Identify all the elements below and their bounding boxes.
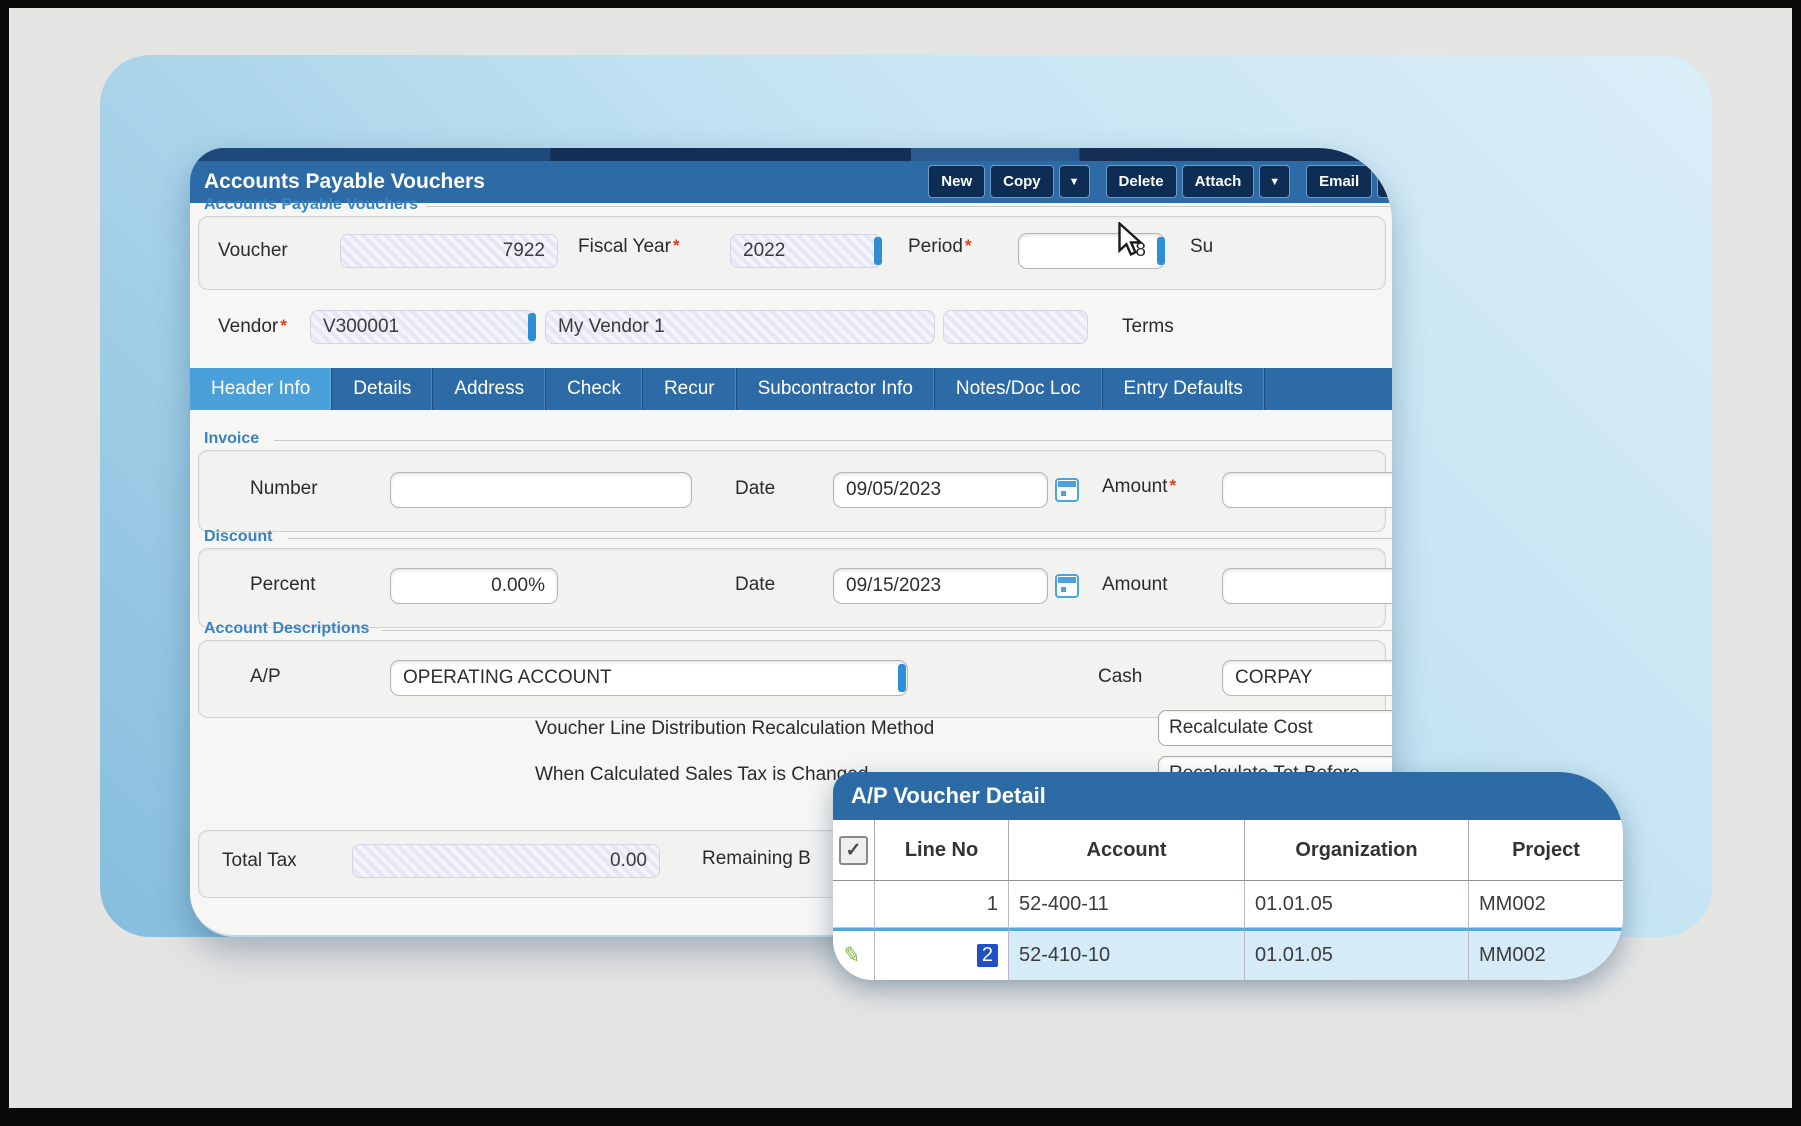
detail-title: A/P Voucher Detail [851,783,1046,809]
ap-label: A/P [250,666,281,688]
ap-voucher-detail-panel: A/P Voucher Detail ✓ Line No Account Org… [833,772,1623,980]
discount-date-input[interactable] [833,568,1048,604]
invoice-date-label: Date [735,478,775,500]
tab-subcontractor-info[interactable]: Subcontractor Info [737,368,935,410]
discount-date-calendar-icon[interactable] [1055,574,1079,598]
vendor-lookup-icon[interactable] [528,313,536,341]
discount-box [198,548,1386,628]
email-button[interactable]: Email [1306,165,1372,198]
screenshot-stage: Accounts Payable Vouchers New Copy ▼ Del… [0,0,1801,1126]
discount-date-label: Date [735,574,775,596]
invoice-box [198,450,1386,532]
vendor-code-field: V300001 [310,310,536,344]
fiscal-year-field: 2022 [730,234,882,268]
window-top-band [190,148,1392,161]
row2-account[interactable]: 52-410-10 [1009,928,1245,980]
mouse-cursor-icon [1118,222,1148,263]
discount-percent-label: Percent [250,574,315,596]
invoice-legend: Invoice [204,430,259,448]
vouchers-legend: Accounts Payable Vouchers [204,196,418,214]
ap-input[interactable] [390,660,908,696]
suffix-label: Su [1190,236,1213,258]
detail-table: ✓ Line No Account Organization Project 1… [833,820,1623,980]
period-label: Period* [908,236,972,258]
account-descriptions-legend: Account Descriptions [204,620,369,638]
invoice-amount-label: Amount* [1102,476,1176,498]
account-descriptions-line [382,630,1392,631]
invoice-number-label: Number [250,478,318,500]
copy-dropdown-icon[interactable]: ▼ [1059,165,1090,198]
cash-input[interactable] [1222,660,1392,696]
row2-line-no[interactable]: 2 [875,928,1009,980]
fiscal-year-lookup-icon[interactable] [874,237,882,265]
tab-header-info[interactable]: Header Info [190,368,332,410]
recalc-method-label: Voucher Line Distribution Recalculation … [535,718,934,740]
row1-select-cell[interactable] [833,881,875,928]
row1-organization[interactable]: 01.01.05 [1245,881,1469,928]
ap-lookup-icon[interactable] [898,664,906,692]
attach-dropdown-icon[interactable]: ▼ [1259,165,1290,198]
window-title: Accounts Payable Vouchers [204,170,485,194]
row2-project[interactable]: MM002 [1469,928,1623,980]
discount-amount-input[interactable] [1222,568,1392,604]
period-lookup-icon[interactable] [1157,237,1165,265]
invoice-date-input[interactable] [833,472,1048,508]
tab-bar: Header Info Details Address Check Recur … [190,368,1392,410]
col-account: Account [1009,820,1245,881]
select-all-header-cell: ✓ [833,820,875,881]
invoice-line [274,440,1392,441]
remaining-label: Remaining B [702,848,811,870]
legend-line [426,206,1392,207]
new-button[interactable]: New [928,165,985,198]
voucher-field: 7922 [340,234,558,268]
row1-account[interactable]: 52-400-11 [1009,881,1245,928]
copy-button[interactable]: Copy [990,165,1054,198]
terms-label: Terms [1122,316,1174,338]
total-tax-label: Total Tax [222,850,297,872]
discount-percent-input[interactable] [390,568,558,604]
row2-select-cell[interactable]: ✎ [833,928,875,980]
toolbar: New Copy ▼ Delete Attach ▼ Email A [928,165,1392,198]
tab-details[interactable]: Details [332,368,433,410]
select-all-checkbox[interactable]: ✓ [839,836,868,865]
row1-project[interactable]: MM002 [1469,881,1623,928]
tab-check[interactable]: Check [546,368,643,410]
invoice-date-calendar-icon[interactable] [1055,478,1079,502]
invoice-amount-input[interactable] [1222,472,1392,508]
row-edit-pencil-icon: ✎ [841,942,862,969]
clipped-button[interactable]: A [1377,165,1392,198]
voucher-label: Voucher [218,240,288,262]
delete-button[interactable]: Delete [1106,165,1177,198]
attach-button[interactable]: Attach [1182,165,1255,198]
col-project: Project [1469,820,1623,881]
tab-address[interactable]: Address [433,368,546,410]
cash-label: Cash [1098,666,1142,688]
col-organization: Organization [1245,820,1469,881]
invoice-number-input[interactable] [390,472,692,508]
recalc-method-select[interactable]: Recalculate Cost [1158,710,1392,746]
fiscal-year-label: Fiscal Year* [578,236,680,258]
sales-tax-changed-label: When Calculated Sales Tax is Changed [535,764,868,786]
col-line-no: Line No [875,820,1009,881]
vendor-name-field: My Vendor 1 [545,310,935,344]
row2-organization[interactable]: 01.01.05 [1245,928,1469,980]
discount-legend: Discount [204,528,272,546]
vendor-extra-field [943,310,1088,344]
tab-notes-doc-loc[interactable]: Notes/Doc Loc [935,368,1103,410]
total-tax-field: 0.00 [352,844,660,878]
discount-amount-label: Amount [1102,574,1167,596]
discount-line [288,538,1392,539]
vendor-label: Vendor* [218,316,287,338]
tab-entry-defaults[interactable]: Entry Defaults [1103,368,1265,410]
detail-titlebar: A/P Voucher Detail [833,772,1623,820]
tab-recur[interactable]: Recur [643,368,737,410]
row1-line-no[interactable]: 1 [875,881,1009,928]
